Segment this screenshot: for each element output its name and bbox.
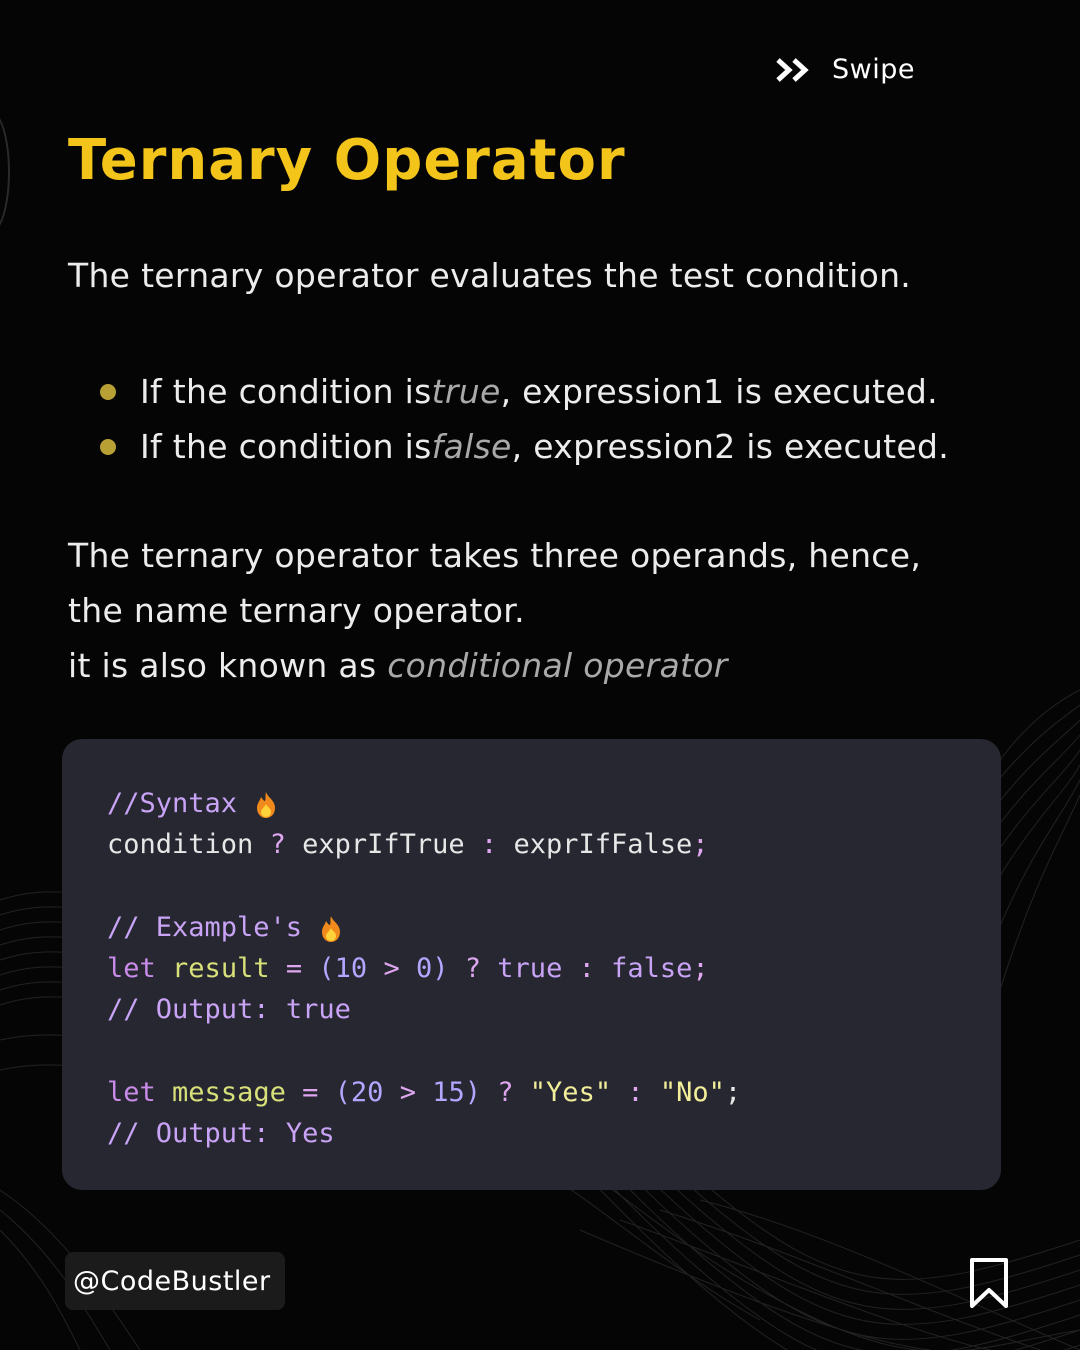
bullet-suffix: , expression2 is executed. xyxy=(511,427,950,466)
code-line: condition ? exprIfTrue : exprIfFalse; xyxy=(107,824,741,865)
code-token: // Output: xyxy=(107,994,270,1025)
description-paragraph: The ternary operator takes three operand… xyxy=(68,528,921,693)
code-token: = xyxy=(302,1077,319,1108)
code-token: > xyxy=(383,953,400,984)
code-line: // Example's xyxy=(107,907,741,948)
code-content: //Syntax condition ? exprIfTrue : exprIf… xyxy=(107,783,741,1154)
intro-text: The ternary operator evaluates the test … xyxy=(68,256,912,295)
condition-list: If the condition is true, expression1 is… xyxy=(100,364,949,474)
code-token: result xyxy=(172,953,270,984)
code-block: //Syntax condition ? exprIfTrue : exprIf… xyxy=(62,739,1001,1190)
code-line: let result = (10 > 0) ? true : false; xyxy=(107,948,741,989)
code-token: let xyxy=(107,953,156,984)
fire-icon xyxy=(322,915,341,942)
bookmark-icon[interactable] xyxy=(968,1256,1010,1310)
code-token: true xyxy=(497,953,563,984)
paragraph-line: it is also known as conditional operator xyxy=(68,638,921,693)
bullet-dot xyxy=(100,383,116,400)
code-token: 0 xyxy=(415,953,433,984)
code-token: ; xyxy=(692,829,709,860)
code-line: //Syntax xyxy=(107,783,741,824)
code-token: ? xyxy=(464,953,482,984)
code-line: // Output: true xyxy=(107,989,741,1030)
code-token: 10 xyxy=(334,953,368,984)
code-token: false xyxy=(611,953,693,984)
code-token: ) xyxy=(464,1077,481,1108)
code-token: : xyxy=(578,953,595,984)
paragraph-emphasis: conditional operator xyxy=(387,646,728,685)
paragraph-prefix: it is also known as xyxy=(68,646,388,685)
double-chevron-right-icon xyxy=(776,57,809,82)
code-token: exprIfTrue xyxy=(302,829,465,860)
code-token: = xyxy=(285,953,303,984)
code-token: ? xyxy=(269,829,286,860)
code-token: : xyxy=(480,829,498,860)
bullet-suffix: , expression1 is executed. xyxy=(500,372,938,411)
swipe-indicator[interactable]: Swipe xyxy=(776,54,915,85)
bullet-dot xyxy=(100,438,116,455)
bullet-emphasis: false xyxy=(431,427,512,466)
code-token: > xyxy=(399,1077,416,1108)
code-line: let message = (20 > 15) ? "Yes" : "No"; xyxy=(107,1072,741,1113)
bullet-prefix: If the condition is xyxy=(140,372,432,411)
bullet-emphasis: true xyxy=(431,372,501,411)
decorative-arc xyxy=(0,110,10,234)
paragraph-line: the name ternary operator. xyxy=(68,591,525,630)
code-token: ? xyxy=(497,1077,514,1108)
code-line: // Output: Yes xyxy=(107,1113,741,1154)
author-handle[interactable]: @CodeBustler xyxy=(65,1252,285,1310)
code-token: 15 xyxy=(432,1077,465,1108)
list-item: If the condition is true, expression1 is… xyxy=(100,364,949,419)
code-token: let xyxy=(107,1077,156,1108)
examples-comment: // Example's xyxy=(107,912,303,943)
code-token: condition xyxy=(107,829,254,860)
code-token: ( xyxy=(318,953,335,984)
code-token: ( xyxy=(334,1077,351,1108)
list-item: If the condition is false, expression2 i… xyxy=(100,419,949,474)
code-token: exprIfFalse xyxy=(513,829,693,860)
code-token: "Yes" xyxy=(529,1077,612,1108)
code-token: // Output: xyxy=(107,1118,270,1149)
code-token: 20 xyxy=(350,1077,384,1108)
page-title: Ternary Operator xyxy=(68,128,626,193)
code-token: true xyxy=(285,994,351,1025)
code-token: ; xyxy=(692,953,709,984)
syntax-comment: //Syntax xyxy=(107,788,238,819)
author-handle-text: @CodeBustler xyxy=(73,1265,271,1297)
code-token: Yes xyxy=(285,1118,335,1149)
code-token: ) xyxy=(432,953,449,984)
code-token: "No" xyxy=(659,1077,725,1108)
bullet-prefix: If the condition is xyxy=(140,427,432,466)
swipe-label: Swipe xyxy=(832,54,915,85)
code-token: ; xyxy=(724,1077,742,1108)
code-token: message xyxy=(172,1077,286,1108)
fire-icon xyxy=(257,791,276,818)
code-token: : xyxy=(627,1077,644,1108)
paragraph-line: The ternary operator takes three operand… xyxy=(68,536,922,575)
